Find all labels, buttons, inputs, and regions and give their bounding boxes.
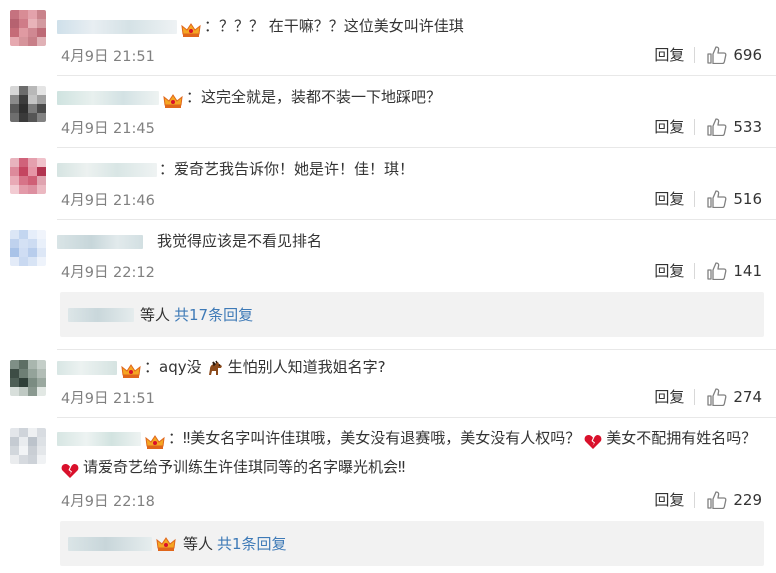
thumbs-up-icon [707, 387, 727, 406]
action-divider [694, 190, 696, 207]
comment-text: 我觉得应该是不看见排名 [57, 227, 764, 256]
comment-timestamp: 4月9日 21:51 [61, 49, 155, 65]
horse-emoji-icon [206, 359, 224, 377]
comment-text: ：这完全就是，装都不装一下地踩吧？ [57, 83, 764, 112]
like-count: 229 [733, 490, 762, 509]
comment-item: ：？？？ 在干嘛？？这位美女叫许佳琪 4月9日 21:51 回复 696 [0, 0, 776, 76]
comment-text: ：？？？ 在干嘛？？这位美女叫许佳琪 [57, 12, 764, 41]
crown-badge-icon [180, 19, 202, 37]
thumbs-up-icon [707, 45, 727, 64]
thumbs-up-icon [707, 261, 727, 280]
action-divider [694, 388, 696, 405]
like-button[interactable]: 229 [707, 491, 762, 509]
crown-badge-icon [120, 360, 142, 378]
avatar[interactable] [10, 360, 46, 396]
action-divider [694, 262, 696, 279]
like-count: 141 [733, 261, 762, 280]
reply-button[interactable]: 回复 [654, 44, 684, 65]
comment-timestamp: 4月9日 22:18 [61, 494, 155, 510]
avatar[interactable] [10, 86, 46, 122]
like-button[interactable]: 274 [707, 388, 762, 406]
comment-item: ：这完全就是，装都不装一下地踩吧？ 4月9日 21:45 回复 533 [0, 76, 776, 148]
view-replies-link[interactable]: 共1条回复 [217, 533, 287, 554]
broken-heart-icon [61, 460, 79, 478]
reply-button[interactable]: 回复 [654, 489, 684, 510]
like-count: 516 [733, 189, 762, 208]
avatar[interactable] [10, 428, 46, 464]
comment-timestamp: 4月9日 22:12 [61, 265, 155, 281]
avatar[interactable] [10, 230, 46, 266]
reply-button[interactable]: 回复 [654, 386, 684, 407]
like-button[interactable]: 696 [707, 46, 762, 64]
crown-badge-icon [162, 90, 184, 108]
action-divider [694, 118, 696, 135]
crown-badge-icon [155, 536, 177, 552]
like-count: 696 [733, 45, 762, 64]
reply-button[interactable]: 回复 [654, 188, 684, 209]
reply-button[interactable]: 回复 [654, 116, 684, 137]
comment-item: 我觉得应该是不看见排名 4月9日 22:12 回复 141 等人 共17条回复 [0, 220, 776, 350]
username[interactable] [57, 234, 143, 249]
comment-text: ：‼美女名字叫许佳琪哦，美女没有退赛哦，美女没有人权吗？ 美女不配拥有姓名吗？请爱… [57, 424, 764, 482]
view-replies-link[interactable]: 共17条回复 [174, 304, 253, 325]
username[interactable] [68, 307, 134, 322]
like-button[interactable]: 516 [707, 190, 762, 208]
thumbs-up-icon [707, 189, 727, 208]
username[interactable] [57, 19, 177, 34]
comment-item: ：‼美女名字叫许佳琪哦，美女没有退赛哦，美女没有人权吗？ 美女不配拥有姓名吗？请爱… [0, 418, 776, 573]
like-count: 274 [733, 387, 762, 406]
username[interactable] [57, 431, 141, 446]
replies-suffix: 等人 [183, 535, 214, 553]
action-divider [694, 491, 696, 508]
comment-item: ：爱奇艺我告诉你！她是许！佳！琪！ 4月9日 21:46 回复 516 [0, 148, 776, 220]
like-count: 533 [733, 117, 762, 136]
thumbs-up-icon [707, 490, 727, 509]
avatar[interactable] [10, 10, 46, 46]
like-button[interactable]: 141 [707, 262, 762, 280]
comment-text: ：aqy没 生怕别人知道我姐名字? [57, 353, 764, 382]
sub-replies-box[interactable]: 等人 共1条回复 [60, 521, 764, 566]
comment-timestamp: 4月9日 21:51 [61, 391, 155, 407]
comment-timestamp: 4月9日 21:46 [61, 193, 155, 209]
reply-button[interactable]: 回复 [654, 260, 684, 281]
thumbs-up-icon [707, 117, 727, 136]
comment-text: ：爱奇艺我告诉你！她是许！佳！琪！ [57, 155, 764, 184]
comment-timestamp: 4月9日 21:45 [61, 121, 155, 137]
username[interactable] [57, 90, 159, 105]
username[interactable] [68, 536, 152, 551]
like-button[interactable]: 533 [707, 118, 762, 136]
comment-item: ：aqy没 生怕别人知道我姐名字? 4月9日 21:51 回复 274 [0, 350, 776, 418]
broken-heart-icon [584, 431, 602, 449]
username[interactable] [57, 360, 117, 375]
sub-replies-box[interactable]: 等人 共17条回复 [60, 292, 764, 337]
action-divider [694, 46, 696, 63]
replies-suffix: 等人 [140, 306, 171, 324]
avatar[interactable] [10, 158, 46, 194]
crown-badge-icon [144, 431, 166, 449]
username[interactable] [57, 162, 157, 177]
